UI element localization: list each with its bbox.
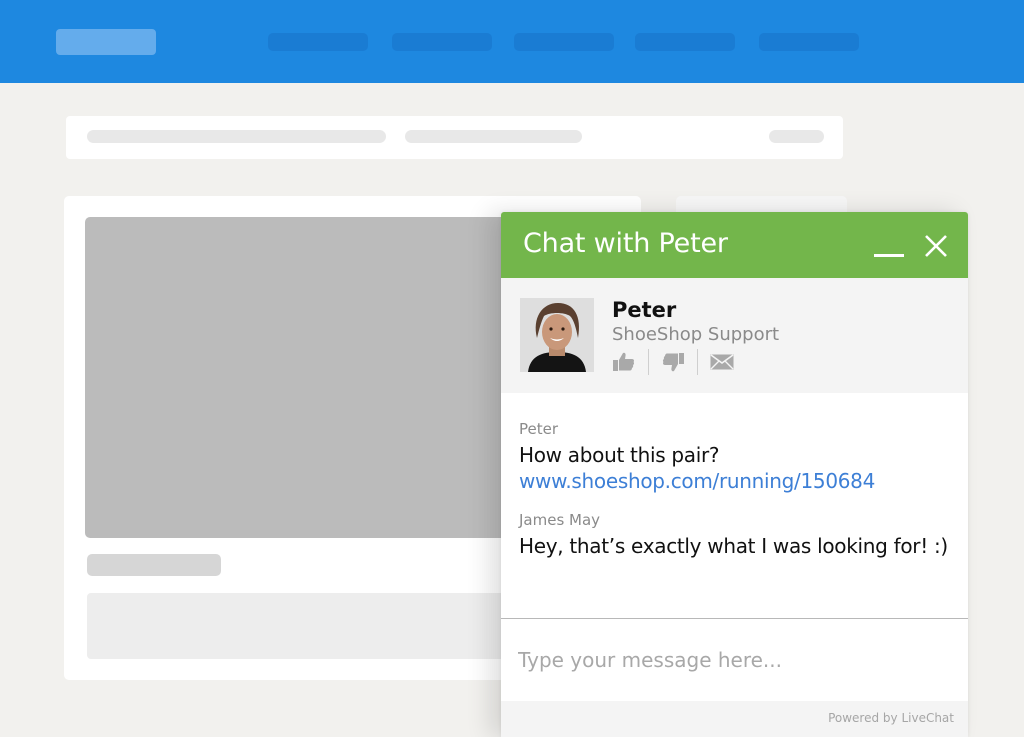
nav-item-placeholder[interactable] [514,33,614,51]
minimize-button[interactable] [872,238,904,264]
thumbs-up-icon [613,352,635,371]
rate-bad-button[interactable] [661,351,685,373]
chat-footer: Powered by LiveChat [501,701,968,737]
nav-item-placeholder[interactable] [392,33,492,51]
message-link[interactable]: www.shoeshop.com/running/150684 [519,469,875,493]
product-title-placeholder [87,554,221,576]
nav-item-placeholder[interactable] [635,33,735,51]
agent-photo [520,298,594,372]
message-text: How about this pair? [519,443,720,467]
close-icon [925,235,947,257]
rate-good-button[interactable] [612,351,636,373]
chat-title: Chat with Peter [523,228,728,259]
filter-button-placeholder[interactable] [769,130,824,143]
site-logo-placeholder[interactable] [56,29,156,55]
thumbs-down-icon [662,353,684,372]
agent-name: Peter [612,298,677,322]
filter-text-placeholder [87,130,386,143]
message-author: Peter [519,420,559,438]
filter-text-placeholder [405,130,582,143]
top-navigation-bar [0,0,1024,83]
filter-bar-placeholder [66,116,843,159]
action-separator [648,349,649,375]
nav-item-placeholder[interactable] [759,33,859,51]
message-text: Hey, that’s exactly what I was looking f… [519,534,948,558]
agent-role: ShoeShop Support [612,324,780,345]
chat-header: Chat with Peter [501,212,968,278]
action-separator [697,349,698,375]
message-input[interactable] [501,619,968,701]
close-button[interactable] [921,231,951,261]
chat-widget: Chat with Peter Peter ShoeShop Support P… [501,212,968,737]
nav-item-placeholder[interactable] [268,33,368,51]
powered-by-link[interactable]: Powered by LiveChat [828,711,954,725]
message-list: Peter How about this pair? www.shoeshop.… [501,393,968,618]
email-transcript-button[interactable] [710,351,734,373]
agent-actions [612,349,734,375]
message-author: James May [519,511,601,529]
agent-info: Peter ShoeShop Support [501,278,968,393]
agent-avatar [520,298,594,372]
envelope-icon [710,354,734,370]
